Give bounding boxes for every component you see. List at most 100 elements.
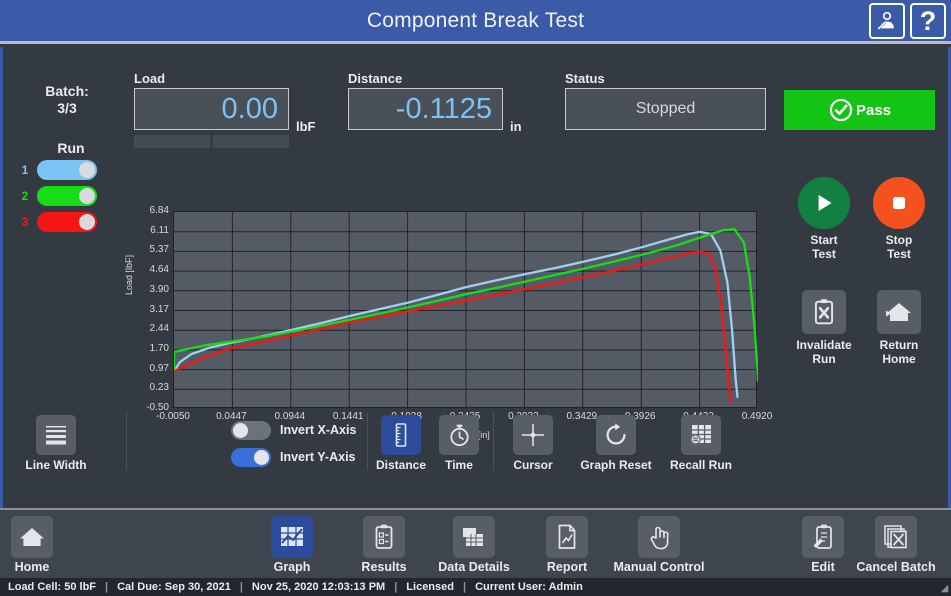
- toggle-knob: [233, 423, 248, 438]
- run-toggle-list: 1 2 3: [17, 158, 97, 236]
- y-axis-tick: 0.97: [123, 363, 169, 374]
- results-clipboard-icon: [363, 516, 405, 558]
- run-column-header: Run: [31, 140, 111, 156]
- nav-item-graph[interactable]: Graph: [246, 516, 338, 574]
- y-axis-tick: 1.70: [123, 343, 169, 354]
- resize-grip[interactable]: ◢: [941, 583, 948, 594]
- run-row: 2: [17, 184, 97, 208]
- invalidate-run-label-line2: Run: [789, 352, 859, 366]
- run-number: 1: [17, 163, 33, 177]
- nav-label-home: Home: [0, 560, 78, 574]
- y-axis-ticks: 6.846.115.374.643.903.172.441.700.970.23…: [117, 165, 169, 395]
- graph-reset-button[interactable]: Graph Reset: [580, 415, 652, 472]
- load-subbar-left: [134, 135, 210, 148]
- run-toggle-2[interactable]: [37, 186, 97, 206]
- distance-value: -0.1125: [396, 93, 492, 126]
- run-toggle-3[interactable]: [37, 212, 97, 232]
- recall-run-button[interactable]: Recall Run: [665, 415, 737, 472]
- invert-toggles: Invert X-Axis Invert Y-Axis: [231, 419, 356, 473]
- application-window: Component Break Test ? Batch: 3/3: [0, 0, 951, 596]
- run-row: 3: [17, 210, 97, 234]
- recall-run-label: Recall Run: [665, 458, 737, 472]
- run-number: 2: [17, 189, 33, 203]
- status-bar: Load Cell: 50 lbF | Cal Due: Sep 30, 202…: [0, 578, 951, 596]
- main-content: Batch: 3/3 Run 1 2 3 Load 0.00: [0, 47, 951, 508]
- nav-item-results[interactable]: Results: [338, 516, 430, 574]
- invalidate-run-button[interactable]: Invalidate Run: [789, 290, 859, 366]
- cursor-label: Cursor: [497, 458, 569, 472]
- x-axis-tick: -0.0050: [156, 411, 190, 422]
- status-current-user: Current User: Admin: [475, 581, 583, 593]
- batch-info: Batch: 3/3: [17, 83, 117, 117]
- run-toggle-1[interactable]: [37, 160, 97, 180]
- toggle-knob: [79, 162, 95, 178]
- divider: [493, 412, 494, 470]
- y-axis-tick: 2.44: [123, 323, 169, 334]
- status-readout: Status Stopped: [565, 71, 766, 130]
- invert-x-axis-row[interactable]: Invert X-Axis: [231, 419, 356, 441]
- return-home-button[interactable]: Return Home: [864, 290, 934, 366]
- nav-label-manual-control: Manual Control: [613, 560, 705, 574]
- load-label: Load: [134, 71, 289, 86]
- stop-test-button[interactable]: Stop Test: [864, 177, 934, 261]
- x-axis-time-label: Time: [423, 458, 495, 472]
- page-title: Component Break Test: [367, 9, 584, 33]
- y-axis-tick: 6.84: [123, 205, 169, 216]
- distance-readout: Distance -0.1125 in: [348, 71, 503, 130]
- status-load-cell: Load Cell: 50 lbF: [8, 581, 96, 593]
- x-axis-time-button[interactable]: Time: [423, 415, 495, 472]
- status-cal-due: Cal Due: Sep 30, 2021: [117, 581, 231, 593]
- graph-reset-label: Graph Reset: [580, 458, 652, 472]
- cursor-button[interactable]: Cursor: [497, 415, 569, 472]
- nav-item-cancel-batch[interactable]: Cancel Batch: [850, 516, 942, 574]
- report-icon: [546, 516, 588, 558]
- separator: |: [105, 581, 108, 593]
- y-axis-tick: 4.64: [123, 264, 169, 275]
- invalidate-clipboard-icon: [802, 290, 846, 334]
- load-subbars: [134, 135, 289, 148]
- data-table-icon: [453, 516, 495, 558]
- status-label: Status: [565, 71, 766, 86]
- invert-x-axis-label: Invert X-Axis: [280, 423, 356, 437]
- home-icon: [11, 516, 53, 558]
- help-icon-glyph: ?: [920, 8, 937, 35]
- invert-y-axis-toggle[interactable]: [231, 448, 271, 467]
- load-readout: Load 0.00 lbF: [134, 71, 289, 130]
- bottom-navigation: Home Graph Resul: [0, 508, 951, 578]
- run-row: 1: [17, 158, 97, 182]
- pass-label: Pass: [856, 102, 891, 119]
- start-test-button[interactable]: Start Test: [789, 177, 859, 261]
- return-home-icon: [877, 290, 921, 334]
- plot-area[interactable]: [173, 211, 757, 408]
- nav-label-cancel-batch: Cancel Batch: [850, 560, 942, 574]
- distance-label: Distance: [348, 71, 503, 86]
- title-bar: Component Break Test ?: [0, 0, 951, 44]
- cancel-batch-icon: [875, 516, 917, 558]
- return-home-label-line1: Return: [864, 338, 934, 352]
- y-axis-tick: 3.17: [123, 304, 169, 315]
- invalidate-run-label-line1: Invalidate: [789, 338, 859, 352]
- line-width-button[interactable]: Line Width: [20, 415, 92, 472]
- nav-item-report[interactable]: Report: [521, 516, 613, 574]
- stop-test-label-line2: Test: [864, 247, 934, 261]
- invert-y-axis-row[interactable]: Invert Y-Axis: [231, 446, 356, 468]
- nav-item-data-details[interactable]: Data Details: [428, 516, 520, 574]
- check-circle-icon: [828, 97, 854, 123]
- invert-y-axis-label: Invert Y-Axis: [280, 450, 356, 464]
- play-icon: [798, 177, 850, 229]
- separator: |: [394, 581, 397, 593]
- stopwatch-icon: [439, 415, 479, 455]
- nav-item-manual-control[interactable]: Manual Control: [613, 516, 705, 574]
- distance-unit: in: [510, 119, 522, 134]
- load-value-box: 0.00: [134, 88, 289, 130]
- run-number: 3: [17, 215, 33, 229]
- separator: |: [240, 581, 243, 593]
- user-signature-icon[interactable]: [869, 3, 905, 39]
- line-width-label: Line Width: [20, 458, 92, 472]
- separator: |: [463, 581, 466, 593]
- invert-x-axis-toggle[interactable]: [231, 421, 271, 440]
- help-icon[interactable]: ?: [910, 3, 946, 39]
- nav-label-data-details: Data Details: [428, 560, 520, 574]
- nav-item-home[interactable]: Home: [0, 516, 78, 574]
- load-subbar-right: [213, 135, 289, 148]
